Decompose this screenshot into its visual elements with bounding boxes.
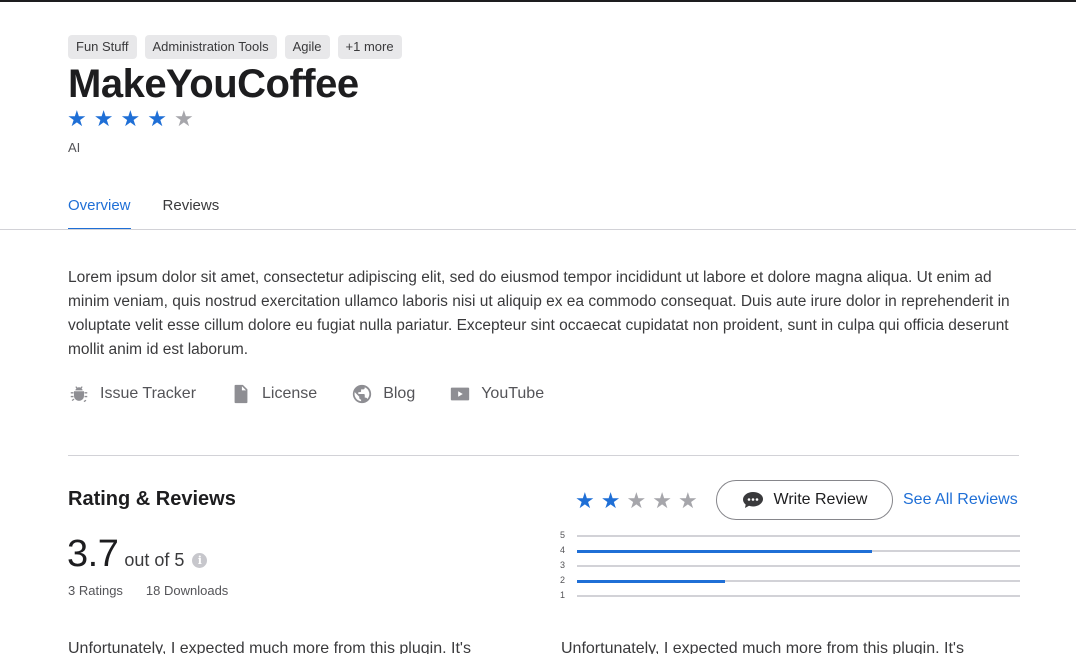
license-link[interactable]: License (230, 383, 317, 405)
tag-more[interactable]: +1 more (337, 35, 402, 59)
histogram-track (577, 579, 1020, 583)
ratings-section-title: Rating & Reviews (68, 488, 236, 510)
histogram-row: 4 (560, 544, 1020, 559)
section-divider (68, 455, 1019, 456)
youtube-icon (451, 387, 470, 401)
star-filled-icon: ★ (93, 106, 114, 131)
star-filled-icon[interactable]: ★ (575, 490, 595, 512)
histogram-star-label: 3 (560, 560, 566, 570)
histogram-star-label: 2 (560, 575, 566, 585)
histogram-track (577, 595, 1020, 597)
resource-links: Issue Tracker License Blog YouTube (68, 383, 544, 405)
speech-bubble-icon (742, 492, 763, 508)
star-filled-icon[interactable]: ★ (601, 490, 621, 512)
globe-icon (353, 384, 372, 404)
star-filled-icon: ★ (147, 106, 167, 131)
tab-bar: Overview Reviews (68, 192, 219, 230)
top-border (0, 0, 1076, 2)
histogram-row: 2 (560, 574, 1020, 589)
app-rating-stars: ★ ★ ★ ★ ★ (67, 108, 194, 130)
histogram-star-label: 5 (560, 530, 566, 540)
score-value: 3.7 (67, 533, 119, 575)
histogram-row: 5 (560, 529, 1020, 544)
issue-tracker-label: Issue Tracker (100, 385, 197, 402)
user-rating-stars[interactable]: ★ ★ ★ ★ ★ (575, 490, 698, 512)
histogram-track (577, 565, 1020, 567)
histogram-star-label: 4 (560, 545, 566, 555)
histogram-row: 3 (560, 559, 1020, 574)
downloads-count: 18 Downloads (145, 583, 229, 598)
see-all-reviews-link[interactable]: See All Reviews (903, 491, 1018, 509)
category-tags: Fun Stuff Administration Tools Agile +1 … (68, 35, 402, 59)
histogram-track (577, 535, 1020, 537)
star-empty-icon: ★ (173, 106, 194, 131)
average-score: 3.7 out of 5 i (67, 533, 208, 576)
bug-icon (70, 386, 88, 403)
review-card-text: Unfortunately, I expected much more from… (561, 640, 964, 654)
score-out-of: out of 5 (124, 550, 185, 570)
app-description: Lorem ipsum dolor sit amet, consectetur … (68, 269, 1010, 358)
histogram-fill (577, 579, 725, 583)
license-label: License (262, 385, 318, 402)
tag-agile[interactable]: Agile (284, 35, 330, 59)
write-review-button[interactable]: Write Review (716, 480, 893, 520)
star-empty-icon[interactable]: ★ (626, 490, 646, 512)
ratings-count: 3 Ratings (68, 583, 123, 598)
document-icon (234, 384, 248, 404)
star-filled-icon: ★ (120, 106, 141, 131)
histogram-row: 1 (560, 589, 1020, 604)
star-empty-icon[interactable]: ★ (678, 490, 698, 512)
histogram-star-label: 1 (560, 590, 566, 600)
histogram-fill (577, 549, 873, 553)
tag-administration-tools[interactable]: Administration Tools (144, 35, 277, 59)
issue-tracker-link[interactable]: Issue Tracker (68, 383, 196, 405)
app-title: MakeYouCoffee (68, 62, 359, 106)
youtube-link[interactable]: YouTube (449, 383, 544, 405)
write-review-label: Write Review (773, 491, 868, 508)
tab-reviews[interactable]: Reviews (163, 192, 220, 230)
histogram-track (577, 549, 1020, 553)
app-author[interactable]: AI (68, 140, 80, 155)
rating-counts: 3 Ratings 18 Downloads (68, 583, 228, 598)
rating-histogram: 5 4 3 2 1 (560, 529, 1020, 604)
blog-link[interactable]: Blog (351, 383, 415, 405)
youtube-label: YouTube (481, 385, 545, 402)
tab-divider (0, 229, 1076, 230)
review-card-text: Unfortunately, I expected much more from… (68, 640, 471, 654)
blog-label: Blog (383, 385, 416, 402)
info-icon[interactable]: i (192, 553, 208, 568)
tag-fun-stuff[interactable]: Fun Stuff (68, 35, 137, 59)
star-empty-icon[interactable]: ★ (652, 490, 672, 512)
tab-overview[interactable]: Overview (68, 192, 131, 230)
star-filled-icon: ★ (67, 106, 87, 131)
